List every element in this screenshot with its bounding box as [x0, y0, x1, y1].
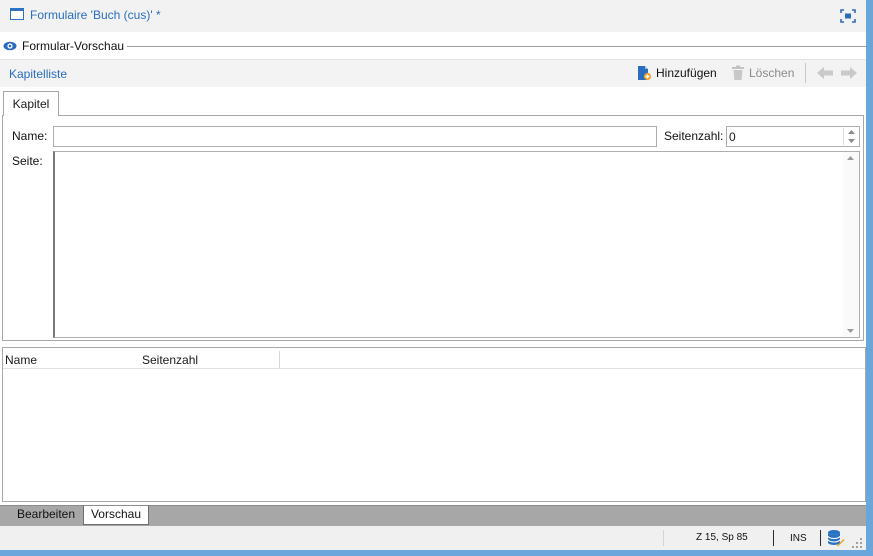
- page-count-label: Seitenzahl:: [664, 129, 724, 143]
- scroll-up-icon[interactable]: [847, 156, 854, 160]
- resize-grip-icon[interactable]: [852, 538, 862, 548]
- status-separator: [820, 530, 821, 546]
- stepper-up-button[interactable]: [844, 128, 858, 136]
- add-button[interactable]: Hinzufügen: [636, 64, 717, 82]
- name-input[interactable]: [53, 126, 657, 147]
- chevron-up-icon: [847, 130, 855, 134]
- tab-kapitel[interactable]: Kapitel: [3, 91, 59, 116]
- maximize-icon[interactable]: [840, 9, 856, 23]
- page-count-stepper[interactable]: 0: [726, 126, 860, 147]
- trash-icon: [732, 65, 744, 80]
- add-page-icon: [638, 66, 652, 81]
- status-separator: [663, 530, 664, 546]
- toolbar-separator: [805, 63, 806, 83]
- tab-bearbeiten[interactable]: Bearbeiten: [10, 506, 82, 525]
- window-frame-right: [866, 0, 873, 556]
- arrow-left-icon[interactable]: [816, 66, 834, 80]
- page-count-value: 0: [729, 130, 736, 144]
- divider: [127, 46, 866, 47]
- chapter-list-link[interactable]: Kapitelliste: [9, 67, 67, 81]
- preview-section-header: Formular-Vorschau: [0, 38, 866, 54]
- tab-vorschau[interactable]: Vorschau: [83, 506, 149, 525]
- delete-button[interactable]: Löschen: [731, 64, 794, 82]
- status-separator: [773, 530, 774, 546]
- stepper-buttons: [843, 128, 858, 145]
- add-button-label: Hinzufügen: [656, 66, 717, 80]
- bottom-tab-strip: Bearbeiten Vorschau: [0, 505, 866, 526]
- vertical-scrollbar[interactable]: [843, 152, 859, 337]
- chapter-table: Name Seitenzahl: [2, 347, 866, 502]
- chapter-toolbar: Kapitelliste Hinzufügen Löschen: [0, 59, 866, 87]
- title-bar: Formulaire 'Buch (cus)' *: [0, 0, 866, 32]
- eye-icon: [3, 41, 17, 51]
- page-label: Seite:: [12, 154, 43, 168]
- delete-button-label: Löschen: [749, 66, 795, 80]
- status-bar: Z 15, Sp 85 INS: [0, 526, 866, 550]
- database-icon: [827, 530, 845, 547]
- arrow-right-icon[interactable]: [840, 66, 858, 80]
- page-textarea[interactable]: [53, 151, 860, 338]
- window-frame-bottom: [0, 550, 873, 556]
- window-icon: [10, 8, 24, 20]
- preview-section-label: Formular-Vorschau: [22, 39, 125, 53]
- name-label: Name:: [12, 129, 48, 143]
- stepper-down-button[interactable]: [844, 137, 858, 145]
- chevron-down-icon: [847, 139, 855, 143]
- column-header-name[interactable]: Name: [5, 353, 141, 368]
- insert-mode-indicator: INS: [790, 533, 807, 544]
- column-divider[interactable]: [279, 351, 280, 368]
- table-header: Name Seitenzahl: [3, 351, 865, 369]
- window-title: Formulaire 'Buch (cus)' *: [30, 8, 161, 22]
- column-header-page-count[interactable]: Seitenzahl: [142, 353, 278, 368]
- cursor-position: Z 15, Sp 85: [696, 532, 748, 543]
- scroll-down-icon[interactable]: [847, 329, 854, 333]
